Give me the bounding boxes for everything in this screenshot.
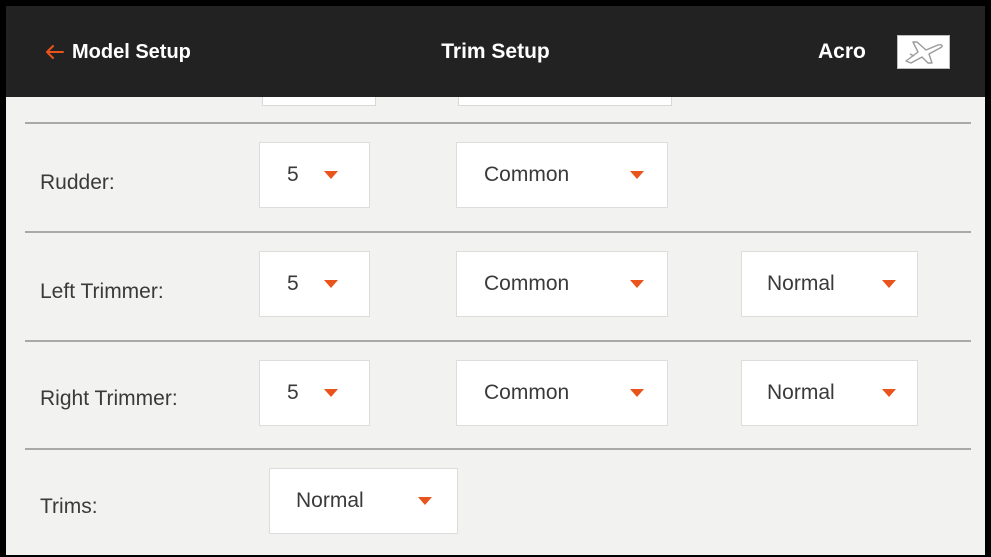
title-bar: Model Setup Trim Setup Acro [6, 6, 985, 97]
row-label: Right Trimmer: [40, 387, 178, 410]
dropdown-value: Normal [296, 489, 364, 512]
chevron-down-icon [882, 389, 896, 397]
direction-dropdown[interactable]: Normal [741, 360, 918, 426]
row-divider [25, 340, 971, 342]
trim-setup-screen: Model Setup Trim Setup Acro Rudder: 5 Co… [0, 0, 991, 557]
dropdown-value: Normal [767, 381, 835, 404]
step-dropdown[interactable]: 5 [259, 360, 370, 426]
chevron-down-icon [630, 389, 644, 397]
row-label: Left Trimmer: [40, 280, 164, 303]
row-label: Rudder: [40, 171, 115, 194]
dropdown-value: Common [484, 381, 570, 404]
chevron-down-icon [630, 280, 644, 288]
airplane-icon[interactable] [897, 35, 950, 69]
chevron-down-icon [418, 497, 432, 505]
dropdown-value: Normal [767, 272, 835, 295]
dropdown-value: 5 [287, 163, 299, 186]
step-dropdown[interactable]: 5 [259, 251, 370, 317]
row-divider [25, 122, 971, 124]
model-name: Acro [818, 40, 866, 63]
row-divider [25, 231, 971, 233]
dropdown-value: 5 [287, 272, 299, 295]
dropdown-value: Common [484, 272, 570, 295]
row-divider [25, 448, 971, 450]
dropdown-value: 5 [287, 381, 299, 404]
trim-mode-dropdown[interactable]: Common [456, 360, 668, 426]
step-dropdown[interactable]: 5 [259, 142, 370, 208]
direction-dropdown[interactable]: Normal [741, 251, 918, 317]
trim-mode-dropdown[interactable]: Common [456, 142, 668, 208]
chevron-down-icon [324, 389, 338, 397]
scrolled-dropdown-remnant [262, 97, 376, 106]
dropdown-value: Common [484, 163, 570, 186]
row-label: Trims: [40, 495, 98, 518]
chevron-down-icon [324, 171, 338, 179]
scrolled-dropdown-remnant [458, 97, 672, 106]
trim-mode-dropdown[interactable]: Common [456, 251, 668, 317]
trims-type-dropdown[interactable]: Normal [269, 468, 458, 534]
chevron-down-icon [324, 280, 338, 288]
chevron-down-icon [882, 280, 896, 288]
chevron-down-icon [630, 171, 644, 179]
